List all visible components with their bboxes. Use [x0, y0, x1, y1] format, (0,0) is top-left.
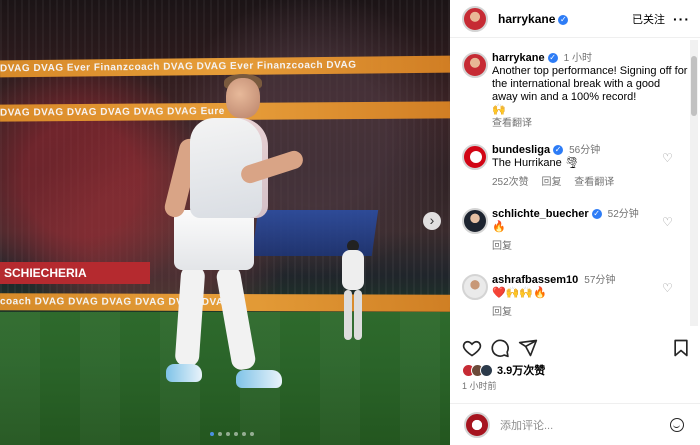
comment-time: 56分钟 — [569, 145, 601, 156]
comment-list[interactable]: harrykane ✓ 1 小时 Another top performance!… — [450, 38, 688, 328]
header-username[interactable]: harrykane ✓ — [498, 12, 569, 26]
comment-item: ashrafbassem10 57分钟 ❤️🙌🙌🔥 回复 ♡ — [462, 274, 688, 319]
avatar[interactable] — [462, 144, 488, 170]
comment-composer: 添加评论... — [450, 403, 700, 445]
verified-badge-icon: ✓ — [553, 145, 564, 155]
post-side-panel: harrykane ✓ 已关注 ··· harrykane ✓ 1 小时 Anoth… — [450, 0, 700, 445]
like-comment-icon[interactable]: ♡ — [662, 282, 674, 294]
like-count[interactable]: 3.9万次赞 — [497, 362, 545, 378]
see-translation-link[interactable]: 查看翻译 — [574, 177, 614, 188]
reply-link[interactable]: 回复 — [492, 307, 512, 318]
comment-icon[interactable] — [490, 338, 510, 358]
caption-text: Another top performance! Signing off for… — [492, 65, 688, 103]
avatar — [464, 411, 490, 438]
background-player — [338, 240, 368, 350]
reply-link[interactable]: 回复 — [541, 177, 561, 188]
chevron-right-icon[interactable]: › — [423, 212, 441, 230]
post-header: harrykane ✓ 已关注 ··· — [450, 0, 700, 38]
comment-username[interactable]: schlichte_buecher — [492, 208, 589, 220]
verified-badge-icon: ✓ — [558, 14, 569, 25]
carousel-dot — [242, 432, 246, 436]
stand-banner-text: SCHIECHERIA — [0, 262, 150, 284]
caption-time: 1 小时 — [563, 53, 592, 64]
post-time: 1 小时前 — [462, 381, 497, 391]
like-comment-icon[interactable]: ♡ — [662, 152, 674, 164]
comment-username[interactable]: bundesliga — [492, 144, 550, 156]
see-translation-link[interactable]: 查看翻译 — [492, 118, 532, 129]
comment-text: ❤️🙌🙌🔥 — [492, 287, 547, 299]
heart-icon[interactable] — [462, 338, 482, 358]
carousel-dot — [210, 432, 214, 436]
caption-username[interactable]: harrykane — [492, 52, 545, 64]
reply-link[interactable]: 回复 — [492, 241, 512, 252]
username-text[interactable]: harrykane — [498, 12, 555, 26]
scrollbar-thumb[interactable] — [691, 56, 697, 116]
carousel-dot — [226, 432, 230, 436]
comment-item: bundesliga ✓ 56分钟 The Hurrikane 🌪 252次赞 回… — [462, 144, 688, 189]
carousel-dot — [218, 432, 222, 436]
carousel-dot — [250, 432, 254, 436]
comment-likes[interactable]: 252次赞 — [492, 177, 529, 188]
avatar[interactable] — [462, 208, 488, 234]
carousel-dot — [234, 432, 238, 436]
comments-scrollbar[interactable] — [690, 40, 698, 326]
post-photo[interactable]: DVAG DVAG Ever Finanzcoach DVAG DVAG Eve… — [0, 0, 450, 445]
emoji-icon[interactable] — [670, 417, 684, 432]
celebrating-player — [150, 70, 306, 400]
avatar[interactable] — [462, 52, 488, 78]
comment-time: 57分钟 — [584, 275, 616, 286]
liker-avatar — [480, 363, 493, 377]
avatar[interactable] — [462, 5, 488, 32]
verified-badge-icon: ✓ — [547, 53, 558, 63]
verified-badge-icon: ✓ — [591, 209, 602, 219]
comment-text: The Hurrikane 🌪 — [492, 157, 579, 169]
carousel-indicator — [210, 432, 254, 436]
avatar[interactable] — [462, 274, 488, 300]
like-summary[interactable]: 3.9万次赞 — [462, 362, 545, 378]
caption-emoji: 🙌 — [492, 104, 506, 116]
more-options-icon[interactable]: ··· — [673, 11, 690, 27]
like-comment-icon[interactable]: ♡ — [662, 216, 674, 228]
caption: harrykane ✓ 1 小时 Another top performance!… — [462, 52, 688, 130]
comment-time: 52分钟 — [607, 209, 639, 220]
post-actions — [462, 338, 690, 358]
share-icon[interactable] — [518, 338, 538, 358]
following-button[interactable]: 已关注 — [632, 11, 665, 27]
comment-item: schlichte_buecher ✓ 52分钟 🔥 回复 ♡ — [462, 208, 688, 253]
comment-username[interactable]: ashrafbassem10 — [492, 274, 578, 286]
comment-text: 🔥 — [492, 221, 506, 233]
bookmark-icon[interactable] — [672, 338, 690, 358]
comment-input[interactable]: 添加评论... — [500, 417, 553, 433]
